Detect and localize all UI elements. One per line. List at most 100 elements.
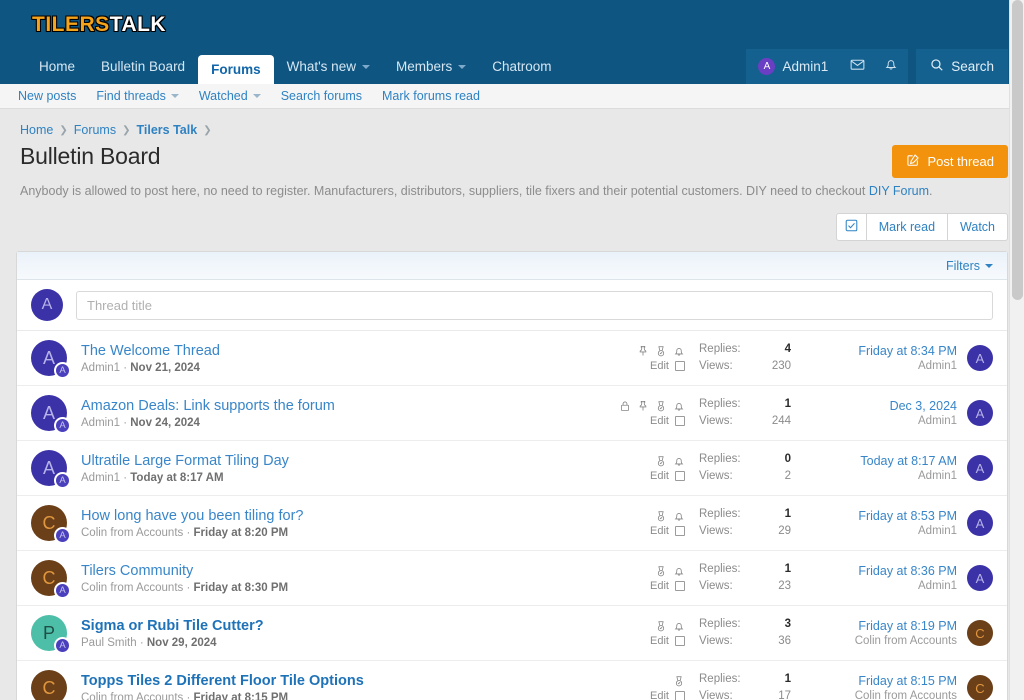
avatar[interactable]: A xyxy=(967,510,993,536)
thread-author[interactable]: Colin from Accounts xyxy=(81,692,183,700)
inbox-button[interactable] xyxy=(840,49,875,84)
subnav-item-mark-forums-read[interactable]: Mark forums read xyxy=(382,89,480,103)
table-row[interactable]: A A The Welcome Thread Admin1 · Nov 21, … xyxy=(17,331,1007,386)
site-logo[interactable]: TILERSTALK xyxy=(32,13,166,37)
last-post-user[interactable]: Admin1 xyxy=(815,525,957,537)
watch-button[interactable]: Watch xyxy=(948,213,1008,241)
thread-title-link[interactable]: Amazon Deals: Link supports the forum xyxy=(81,397,607,415)
thread-select-checkbox[interactable] xyxy=(675,635,685,646)
subnav-item-watched[interactable]: Watched xyxy=(199,89,261,103)
last-post-user[interactable]: Admin1 xyxy=(815,580,957,592)
thread-select-checkbox[interactable] xyxy=(675,415,685,426)
subnav-item-new-posts[interactable]: New posts xyxy=(18,89,76,103)
nav-tab-what-s-new[interactable]: What's new xyxy=(274,49,383,84)
mark-read-button[interactable]: Mark read xyxy=(866,213,949,241)
nav-tab-label: Chatroom xyxy=(492,59,552,74)
site-header: TILERSTALK xyxy=(0,0,1024,49)
last-post-date[interactable]: Friday at 8:34 PM xyxy=(815,344,957,358)
table-row[interactable]: C A Tilers Community Colin from Accounts… xyxy=(17,551,1007,606)
thread-select-checkbox[interactable] xyxy=(675,360,685,371)
thread-author-avatar[interactable]: P A xyxy=(31,615,71,654)
thread-status-icon-row xyxy=(655,510,685,523)
nav-tab-chatroom[interactable]: Chatroom xyxy=(479,49,564,84)
thread-select-checkbox[interactable] xyxy=(675,470,685,481)
thread-select-checkbox[interactable] xyxy=(675,525,685,536)
edit-link[interactable]: Edit xyxy=(650,635,669,647)
edit-link[interactable]: Edit xyxy=(650,580,669,592)
last-post-date[interactable]: Friday at 8:53 PM xyxy=(815,509,957,523)
avatar[interactable]: A xyxy=(967,565,993,591)
last-post-user[interactable]: Admin1 xyxy=(815,470,957,482)
table-row[interactable]: C A How long have you been tiling for? C… xyxy=(17,496,1007,551)
subnav-item-search-forums[interactable]: Search forums xyxy=(281,89,362,103)
search-button[interactable]: Search xyxy=(916,49,1008,84)
thread-author[interactable]: Admin1 xyxy=(81,472,120,484)
last-post-date[interactable]: Friday at 8:36 PM xyxy=(815,564,957,578)
avatar[interactable]: C xyxy=(967,675,993,700)
scrollbar-thumb[interactable] xyxy=(1012,0,1023,300)
thread-author[interactable]: Admin1 xyxy=(81,417,120,429)
last-post-user[interactable]: Admin1 xyxy=(815,415,957,427)
diy-forum-link[interactable]: DIY Forum xyxy=(869,184,929,198)
thread-title-link[interactable]: Tilers Community xyxy=(81,562,607,580)
thread-author-avatar[interactable]: C A xyxy=(31,505,71,544)
select-all-checkbox-button[interactable] xyxy=(835,213,867,241)
avatar[interactable]: A xyxy=(967,400,993,426)
filters-button[interactable]: Filters xyxy=(946,259,993,273)
thread-title-link[interactable]: Topps Tiles 2 Different Floor Tile Optio… xyxy=(81,672,607,690)
thread-date: Nov 21, 2024 xyxy=(130,362,200,375)
thread-author[interactable]: Paul Smith xyxy=(81,637,137,649)
last-post-date[interactable]: Today at 8:17 AM xyxy=(815,454,957,468)
last-post-date[interactable]: Dec 3, 2024 xyxy=(815,399,957,413)
thread-author-avatar[interactable]: A A xyxy=(31,340,71,379)
edit-link[interactable]: Edit xyxy=(650,470,669,482)
table-row[interactable]: C Topps Tiles 2 Different Floor Tile Opt… xyxy=(17,661,1007,700)
thread-author-avatar[interactable]: C A xyxy=(31,560,71,599)
breadcrumb-item[interactable]: Tilers Talk xyxy=(137,123,198,137)
last-post-user[interactable]: Admin1 xyxy=(815,360,957,372)
breadcrumb-item[interactable]: Forums xyxy=(74,123,116,137)
edit-link[interactable]: Edit xyxy=(650,360,669,372)
thread-author[interactable]: Colin from Accounts xyxy=(81,582,183,594)
nav-tab-home[interactable]: Home xyxy=(26,49,88,84)
table-row[interactable]: P A Sigma or Rubi Tile Cutter? Paul Smit… xyxy=(17,606,1007,661)
thread-title-link[interactable]: Ultratile Large Format Tiling Day xyxy=(81,452,607,470)
page-scrollbar[interactable] xyxy=(1009,0,1024,700)
table-row[interactable]: A A Ultratile Large Format Tiling Day Ad… xyxy=(17,441,1007,496)
thread-author-avatar[interactable]: A A xyxy=(31,395,71,434)
thread-title-link[interactable]: Sigma or Rubi Tile Cutter? xyxy=(81,617,607,635)
post-thread-button[interactable]: Post thread xyxy=(891,145,1008,178)
avatar[interactable]: A xyxy=(967,345,993,371)
thread-title-link[interactable]: The Welcome Thread xyxy=(81,342,607,360)
avatar[interactable]: C xyxy=(967,620,993,646)
thread-list: A A The Welcome Thread Admin1 · Nov 21, … xyxy=(17,331,1007,700)
breadcrumb-item[interactable]: Home xyxy=(20,123,53,137)
nav-tab-members[interactable]: Members xyxy=(383,49,479,84)
thread-author-avatar[interactable]: C xyxy=(31,670,67,700)
thread-title-link[interactable]: How long have you been tiling for? xyxy=(81,507,607,525)
thread-author-avatar[interactable]: A A xyxy=(31,450,71,489)
replies-value: 1 xyxy=(784,397,791,410)
avatar[interactable]: A xyxy=(967,455,993,481)
thread-meta: Admin1 · Nov 21, 2024 xyxy=(81,362,607,374)
last-post-date[interactable]: Friday at 8:15 PM xyxy=(815,674,957,688)
table-row[interactable]: A A Amazon Deals: Link supports the foru… xyxy=(17,386,1007,441)
edit-link[interactable]: Edit xyxy=(650,525,669,537)
thread-select-checkbox[interactable] xyxy=(675,690,685,700)
alerts-button[interactable] xyxy=(874,49,909,84)
thread-title-input[interactable] xyxy=(76,290,993,320)
nav-user-menu[interactable]: A Admin1 xyxy=(746,49,841,84)
edit-link[interactable]: Edit xyxy=(650,415,669,427)
last-post-date[interactable]: Friday at 8:19 PM xyxy=(815,619,957,633)
views-label: Views: xyxy=(699,525,733,537)
last-post-user[interactable]: Colin from Accounts xyxy=(815,635,957,647)
thread-select-checkbox[interactable] xyxy=(675,580,685,591)
edit-link[interactable]: Edit xyxy=(650,690,669,700)
thread-author[interactable]: Admin1 xyxy=(81,362,120,374)
nav-tab-bulletin-board[interactable]: Bulletin Board xyxy=(88,49,198,84)
last-post-user[interactable]: Colin from Accounts xyxy=(815,690,957,700)
subnav-item-find-threads[interactable]: Find threads xyxy=(96,89,179,103)
thread-author[interactable]: Colin from Accounts xyxy=(81,527,183,539)
nav-tab-forums[interactable]: Forums xyxy=(198,55,274,84)
thread-edit-row: Edit xyxy=(650,415,685,427)
